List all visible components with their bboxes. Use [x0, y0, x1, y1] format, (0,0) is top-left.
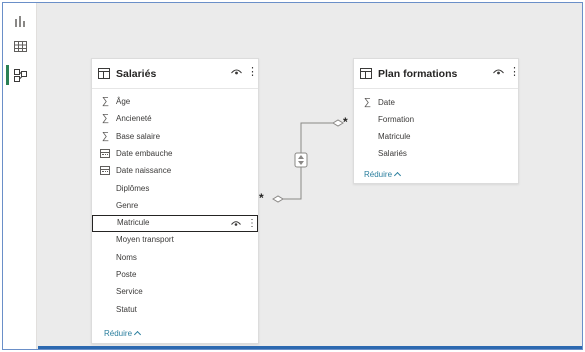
collapse-label: Réduire	[364, 170, 393, 179]
field-row[interactable]: ∑ Date	[354, 95, 518, 112]
calendar-icon	[100, 148, 110, 158]
field-label: Poste	[116, 270, 137, 279]
visibility-eye-icon[interactable]	[493, 68, 504, 76]
table-title: Salariés	[116, 68, 157, 80]
field-row[interactable]: Moyen transport	[92, 232, 258, 249]
field-label: Service	[116, 287, 143, 297]
field-row[interactable]: Date embauche	[92, 146, 258, 163]
field-label: Formation	[378, 115, 415, 124]
sigma-icon: ∑	[101, 96, 110, 107]
field-label: Ancieneté	[116, 114, 152, 124]
field-row[interactable]: Formation	[354, 112, 518, 129]
field-label: Moyen transport	[116, 235, 174, 245]
field-row[interactable]: ∑ Âge	[92, 94, 258, 111]
visibility-eye-icon[interactable]	[231, 68, 242, 76]
field-label: Matricule	[117, 218, 150, 228]
field-label: Salariés	[378, 149, 407, 158]
field-row[interactable]: Service	[92, 284, 258, 301]
field-row[interactable]: Noms	[92, 250, 258, 267]
field-label: Date	[378, 98, 395, 107]
field-row[interactable]: Date naissance	[92, 163, 258, 180]
field-label: Âge	[116, 97, 131, 106]
field-row[interactable]: ∑ Ancieneté	[92, 111, 258, 128]
chevron-up-icon	[133, 330, 142, 339]
field-row[interactable]: Poste	[92, 267, 258, 284]
table-card-salaries[interactable]: Salariés ⋮ ∑ Âge ∑ Ancieneté ∑ Base salaire Da…	[91, 58, 259, 344]
field-label: Statut	[116, 304, 137, 314]
table-card-header[interactable]: Salariés ⋮	[92, 59, 258, 89]
table-icon	[98, 68, 110, 79]
field-label: Noms	[116, 252, 137, 262]
field-row[interactable]: Diplômes	[92, 181, 258, 198]
field-label: Matricule	[378, 132, 411, 141]
more-options-icon[interactable]: ⋮	[509, 65, 520, 79]
sigma-icon: ∑	[101, 113, 110, 125]
collapse-link[interactable]: Réduire	[104, 329, 142, 339]
field-row[interactable]: Matricule ⋮	[92, 215, 258, 233]
sigma-icon: ∑	[363, 97, 372, 108]
field-row[interactable]: Salariés	[354, 146, 518, 163]
field-row[interactable]: Genre	[92, 198, 258, 215]
relationship-cardinality-many-right: *	[343, 115, 348, 129]
field-label: Diplômes	[116, 183, 150, 193]
collapse-label: Réduire	[104, 329, 133, 338]
relationship-cardinality-many-left: *	[259, 191, 264, 205]
chevron-up-icon	[393, 171, 402, 180]
field-row[interactable]: Matricule	[354, 129, 518, 146]
more-options-icon[interactable]: ⋮	[247, 65, 258, 79]
field-label: Base salaire	[116, 131, 161, 141]
more-options-icon[interactable]: ⋮	[247, 217, 257, 230]
table-title: Plan formations	[378, 68, 458, 80]
sigma-icon: ∑	[101, 130, 110, 142]
collapse-link[interactable]: Réduire	[364, 170, 402, 180]
status-strip	[38, 346, 582, 349]
visibility-eye-icon[interactable]	[231, 220, 241, 227]
calendar-icon	[100, 166, 110, 176]
table-icon	[360, 68, 372, 79]
field-label: Genre	[116, 200, 139, 210]
app-window: * * Salariés ⋮ ∑ Âge ∑ Ancieneté ∑ Base salai…	[2, 2, 583, 350]
table-card-header[interactable]: Plan formations ⋮	[354, 59, 520, 89]
field-label: Date naissance	[116, 166, 172, 176]
field-row[interactable]: Statut	[92, 302, 258, 319]
cross-filter-direction-icon[interactable]	[294, 152, 308, 168]
table-card-plan-formations[interactable]: Plan formations ⋮ ∑ Date Formation Matricul…	[353, 58, 520, 184]
field-label: Date embauche	[116, 148, 173, 158]
field-row[interactable]: ∑ Base salaire	[92, 129, 258, 146]
